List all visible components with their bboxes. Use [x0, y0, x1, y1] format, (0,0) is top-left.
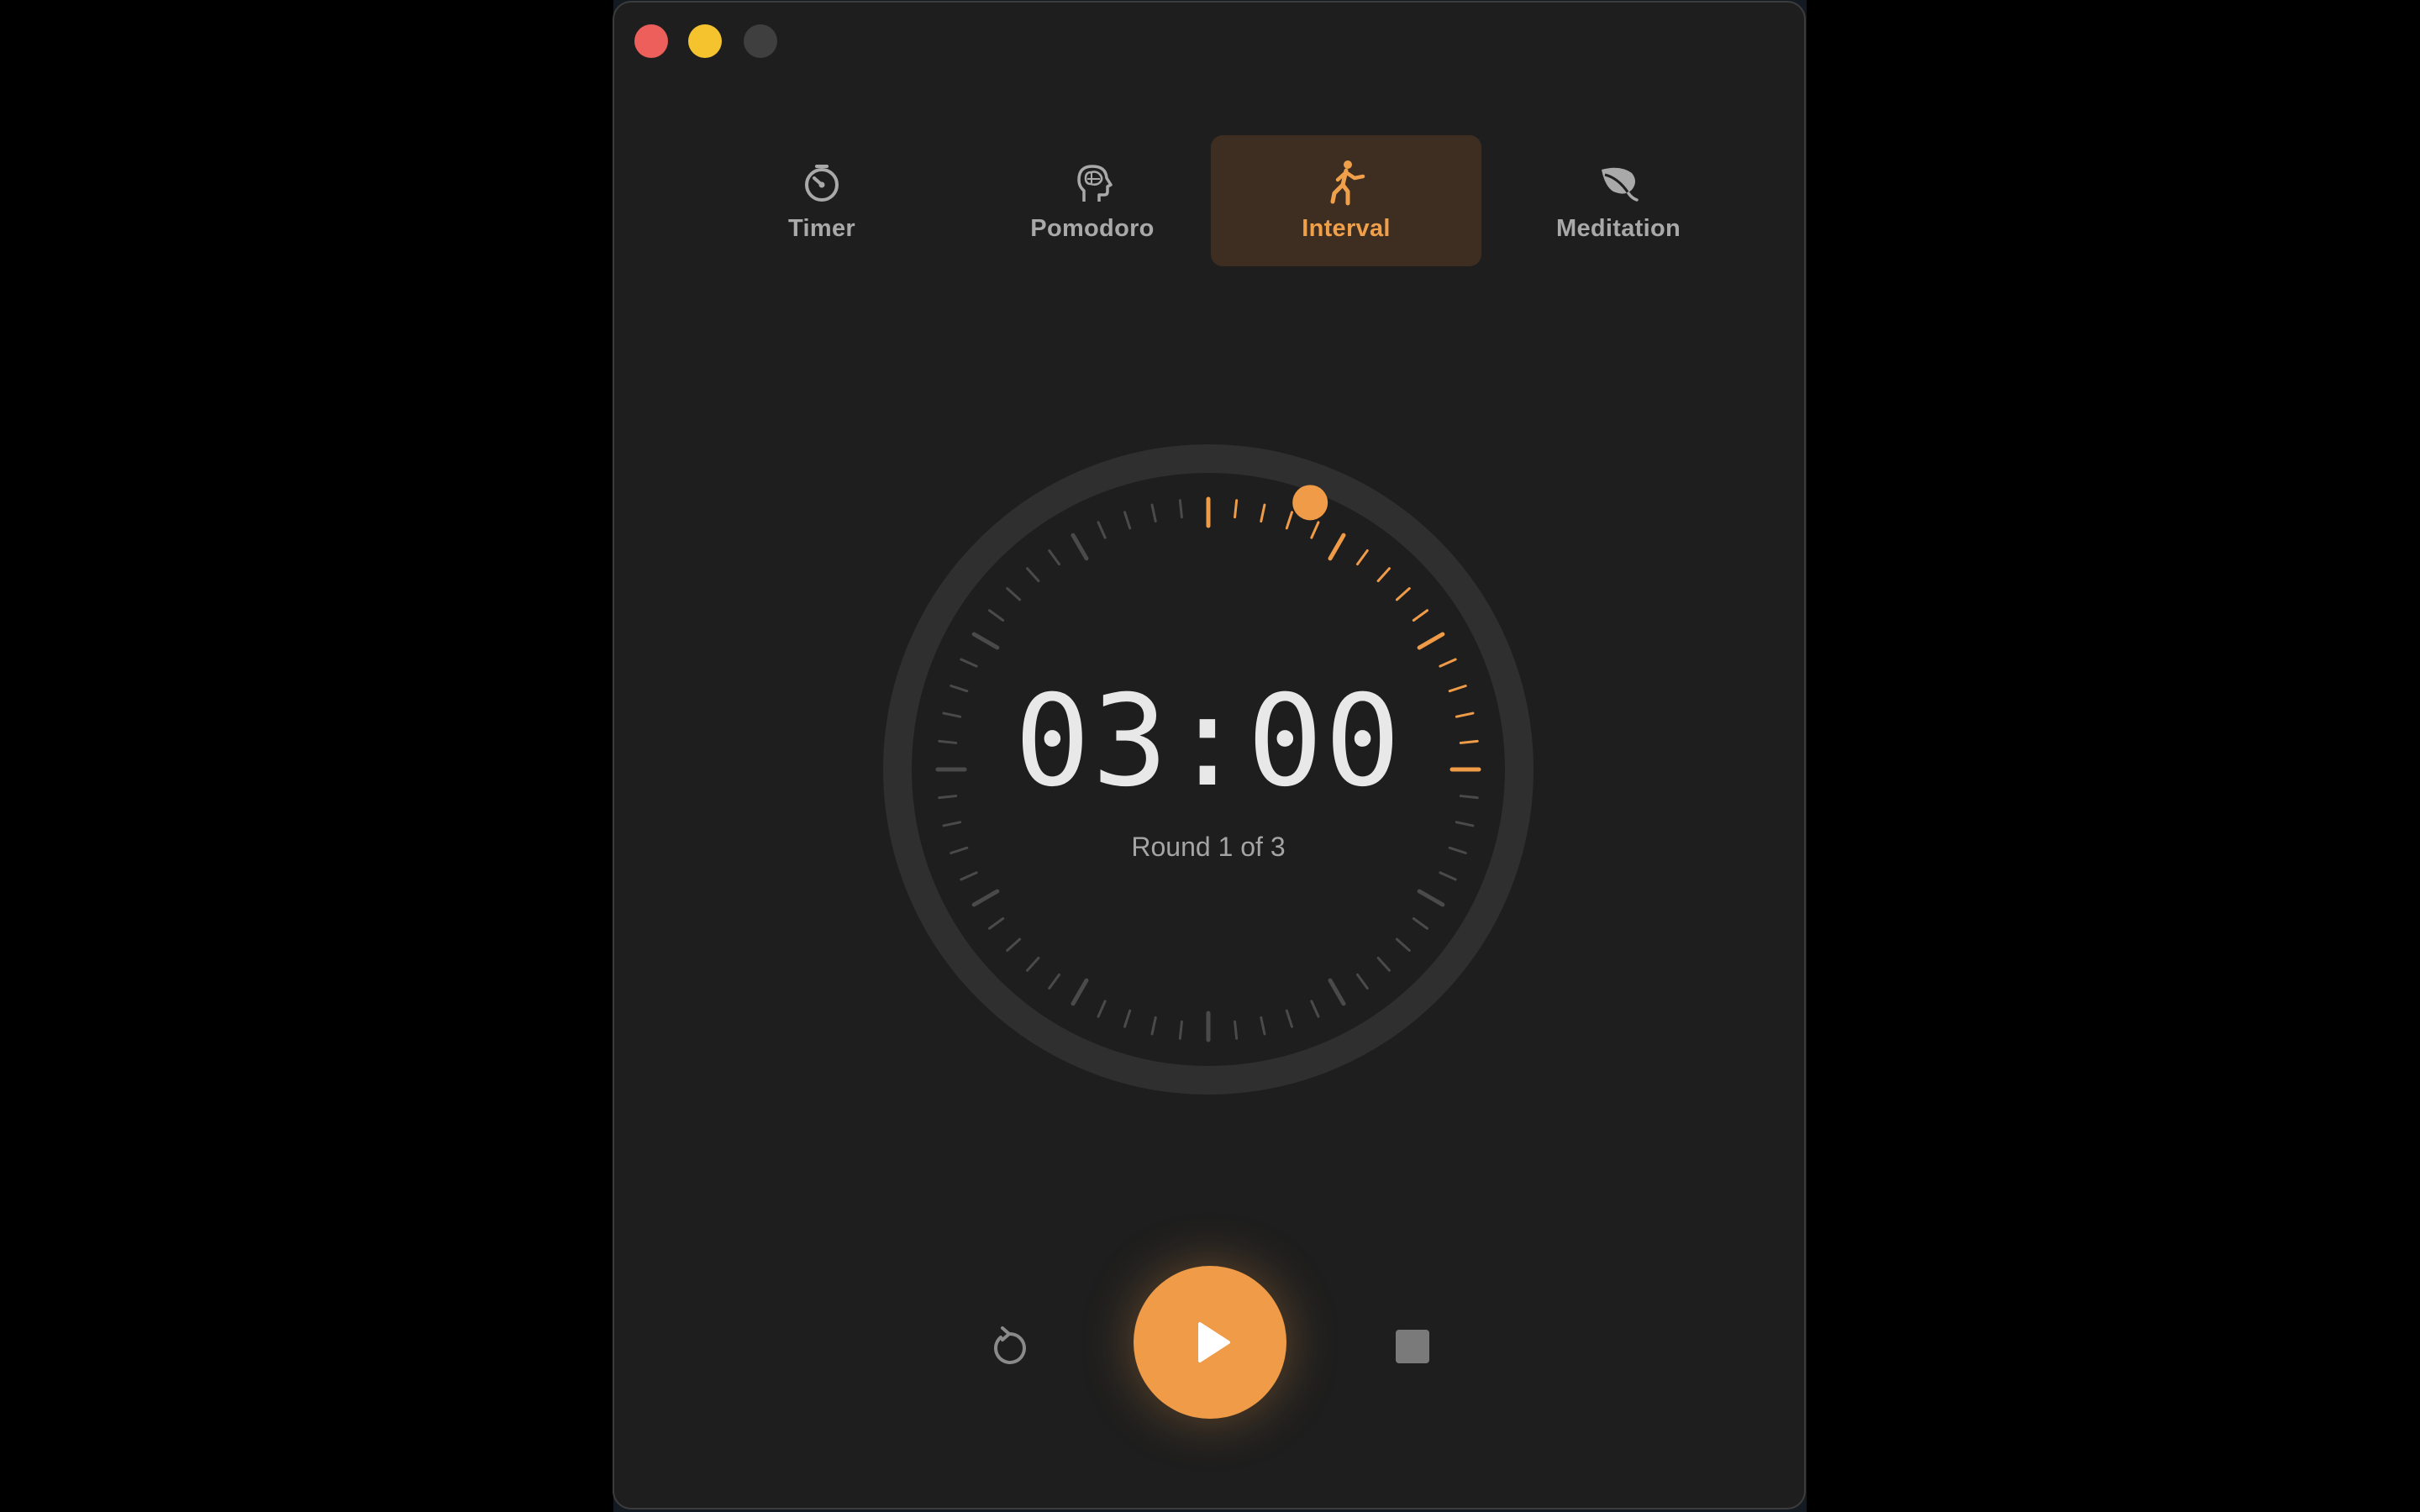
minimize-window-button[interactable]	[688, 24, 722, 58]
leaf-icon	[1602, 167, 1639, 202]
dial-tick	[987, 917, 1005, 930]
reset-icon	[994, 1326, 1026, 1364]
dial-tick	[1328, 978, 1346, 1006]
dial-tick	[1412, 609, 1429, 622]
timer-dial: 03:00 Round 1 of 3	[882, 444, 1534, 1095]
dial-tick	[971, 889, 1000, 907]
tab-timer-label: Timer	[788, 214, 855, 242]
close-window-button[interactable]	[634, 24, 668, 58]
dial-tick	[1328, 533, 1346, 561]
dial-tick	[971, 632, 1000, 650]
dial-tick	[960, 871, 978, 881]
desktop-background-left	[0, 0, 613, 1512]
dial-tick	[1097, 521, 1107, 539]
dial-tick	[1260, 1016, 1266, 1036]
stop-button[interactable]	[1379, 1313, 1446, 1380]
dial-tick	[1356, 549, 1369, 566]
dial-tick	[1310, 1000, 1320, 1018]
tab-interval-label: Interval	[1302, 214, 1391, 242]
progress-knob[interactable]	[1292, 485, 1328, 521]
dial-tick	[1376, 567, 1391, 583]
dial-tick	[1097, 1000, 1107, 1018]
dial-tick	[1285, 511, 1294, 530]
reset-button[interactable]	[976, 1313, 1043, 1380]
dial-tick	[1417, 889, 1445, 907]
tab-pomodoro[interactable]: Pomodoro	[957, 135, 1228, 266]
dial-tick	[1071, 978, 1089, 1006]
dial-tick	[1123, 511, 1132, 530]
stop-icon	[1396, 1330, 1429, 1363]
tab-interval[interactable]: Interval	[1211, 135, 1481, 266]
desktop-background-right	[1807, 0, 2420, 1512]
dial-tick	[1178, 499, 1183, 519]
stopwatch-icon	[805, 164, 839, 202]
tab-timer[interactable]: Timer	[687, 135, 957, 266]
time-readout: 03:00	[1014, 669, 1402, 815]
mode-tabs: Timer Pomodoro Interval Meditation	[614, 135, 1804, 266]
dial-tick	[1123, 1009, 1132, 1028]
running-figure-icon	[1330, 160, 1365, 205]
dial-tick	[1395, 937, 1411, 952]
dial-tick	[1439, 871, 1457, 881]
dial-tick	[1026, 956, 1040, 972]
dial-tick	[1356, 973, 1369, 990]
play-button[interactable]	[1134, 1266, 1286, 1419]
app-window: Timer Pomodoro Interval Meditation 03:00…	[613, 1, 1806, 1509]
dial-tick	[1376, 956, 1391, 972]
play-icon	[1198, 1322, 1230, 1362]
dial-tick	[1455, 821, 1475, 827]
dial-tick	[1234, 1020, 1239, 1040]
tab-meditation-label: Meditation	[1556, 214, 1681, 242]
dial-tick	[1006, 937, 1022, 952]
dial-tick	[987, 609, 1005, 622]
dial-tick	[1234, 499, 1239, 519]
zoom-window-button[interactable]	[744, 24, 777, 58]
dial-tick	[1417, 632, 1445, 650]
dial-tick	[960, 658, 978, 668]
dial-tick	[1412, 917, 1429, 930]
dial-tick	[1439, 658, 1457, 668]
dial-tick	[1285, 1009, 1294, 1028]
dial-tick	[1310, 521, 1320, 539]
dial-tick	[1048, 973, 1060, 990]
dial-tick	[942, 821, 962, 827]
playback-controls	[614, 1263, 1804, 1422]
dial-tick	[1071, 533, 1089, 561]
dial-tick	[1150, 1016, 1157, 1036]
dial-tick	[1150, 503, 1157, 523]
dial-tick	[1260, 503, 1266, 523]
dial-tick	[1048, 549, 1060, 566]
round-indicator: Round 1 of 3	[1131, 832, 1286, 862]
brain-head-icon	[1077, 164, 1113, 202]
dial-tick	[1006, 587, 1022, 601]
tab-meditation[interactable]: Meditation	[1483, 135, 1754, 266]
dial-tick	[1026, 567, 1040, 583]
dial-tick	[1178, 1020, 1183, 1040]
dial-tick	[1395, 587, 1411, 601]
tab-pomodoro-label: Pomodoro	[1030, 214, 1155, 242]
